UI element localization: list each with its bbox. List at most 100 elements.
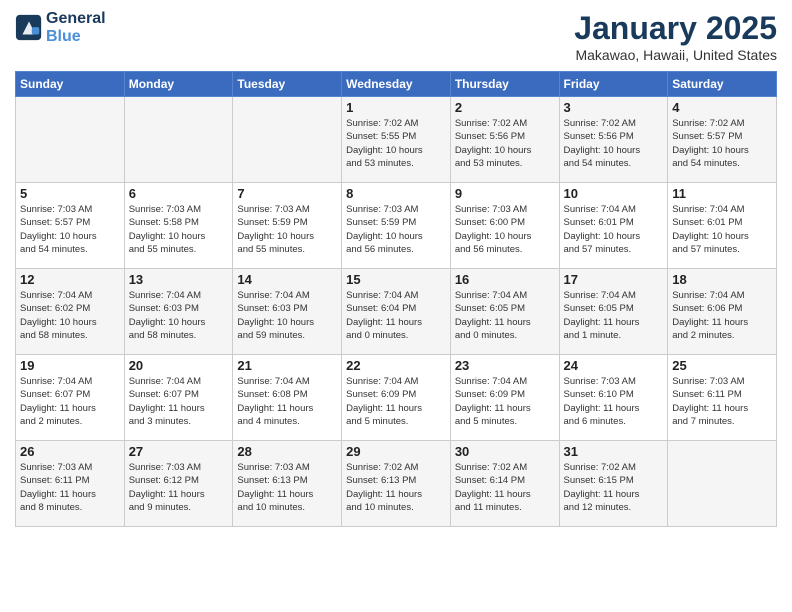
location-subtitle: Makawao, Hawaii, United States <box>574 47 777 63</box>
day-info: Sunrise: 7:04 AM Sunset: 6:09 PM Dayligh… <box>455 375 555 428</box>
calendar-cell <box>668 441 777 527</box>
day-info: Sunrise: 7:04 AM Sunset: 6:01 PM Dayligh… <box>672 203 772 256</box>
day-info: Sunrise: 7:02 AM Sunset: 6:14 PM Dayligh… <box>455 461 555 514</box>
calendar-cell: 23 Sunrise: 7:04 AM Sunset: 6:09 PM Dayli… <box>450 355 559 441</box>
day-info: Sunrise: 7:04 AM Sunset: 6:07 PM Dayligh… <box>20 375 120 428</box>
week-row-2: 5 Sunrise: 7:03 AM Sunset: 5:57 PM Daylig… <box>16 183 777 269</box>
day-number: 8 <box>346 186 446 201</box>
day-info: Sunrise: 7:04 AM Sunset: 6:01 PM Dayligh… <box>564 203 664 256</box>
week-row-1: 1Sunrise: 7:02 AM Sunset: 5:55 PM Daylig… <box>16 97 777 183</box>
weekday-header-saturday: Saturday <box>668 72 777 97</box>
day-number: 7 <box>237 186 337 201</box>
day-info: Sunrise: 7:04 AM Sunset: 6:02 PM Dayligh… <box>20 289 120 342</box>
calendar-cell: 26 Sunrise: 7:03 AM Sunset: 6:11 PM Dayli… <box>16 441 125 527</box>
calendar-cell: 15 Sunrise: 7:04 AM Sunset: 6:04 PM Dayli… <box>342 269 451 355</box>
day-number: 5 <box>20 186 120 201</box>
week-row-3: 12 Sunrise: 7:04 AM Sunset: 6:02 PM Dayli… <box>16 269 777 355</box>
day-number: 10 <box>564 186 664 201</box>
calendar-cell: 30 Sunrise: 7:02 AM Sunset: 6:14 PM Dayli… <box>450 441 559 527</box>
calendar-cell: 12 Sunrise: 7:04 AM Sunset: 6:02 PM Dayli… <box>16 269 125 355</box>
day-info: Sunrise: 7:03 AM Sunset: 5:58 PM Dayligh… <box>129 203 229 256</box>
calendar-cell: 5 Sunrise: 7:03 AM Sunset: 5:57 PM Daylig… <box>16 183 125 269</box>
day-number: 3 <box>564 100 664 115</box>
day-number: 15 <box>346 272 446 287</box>
day-info: Sunrise: 7:02 AM Sunset: 5:56 PM Dayligh… <box>455 117 555 170</box>
calendar-cell: 3 Sunrise: 7:02 AM Sunset: 5:56 PM Daylig… <box>559 97 668 183</box>
day-info: Sunrise: 7:03 AM Sunset: 5:59 PM Dayligh… <box>237 203 337 256</box>
calendar-cell: 13 Sunrise: 7:04 AM Sunset: 6:03 PM Dayli… <box>124 269 233 355</box>
calendar-cell: 2Sunrise: 7:02 AM Sunset: 5:56 PM Daylig… <box>450 97 559 183</box>
calendar-cell <box>233 97 342 183</box>
calendar-cell: 11 Sunrise: 7:04 AM Sunset: 6:01 PM Dayli… <box>668 183 777 269</box>
day-info: Sunrise: 7:02 AM Sunset: 5:57 PM Dayligh… <box>672 117 772 170</box>
day-number: 11 <box>672 186 772 201</box>
day-info: Sunrise: 7:04 AM Sunset: 6:05 PM Dayligh… <box>455 289 555 342</box>
calendar-container: General Blue January 2025 Makawao, Hawai… <box>0 0 792 537</box>
day-number: 26 <box>20 444 120 459</box>
weekday-header-wednesday: Wednesday <box>342 72 451 97</box>
day-info: Sunrise: 7:03 AM Sunset: 5:59 PM Dayligh… <box>346 203 446 256</box>
calendar-cell: 14 Sunrise: 7:04 AM Sunset: 6:03 PM Dayli… <box>233 269 342 355</box>
day-number: 29 <box>346 444 446 459</box>
day-info: Sunrise: 7:04 AM Sunset: 6:03 PM Dayligh… <box>237 289 337 342</box>
calendar-cell: 22Sunrise: 7:04 AM Sunset: 6:09 PM Dayli… <box>342 355 451 441</box>
calendar-cell <box>16 97 125 183</box>
day-number: 25 <box>672 358 772 373</box>
calendar-cell: 20Sunrise: 7:04 AM Sunset: 6:07 PM Dayli… <box>124 355 233 441</box>
day-info: Sunrise: 7:02 AM Sunset: 6:13 PM Dayligh… <box>346 461 446 514</box>
week-row-5: 26 Sunrise: 7:03 AM Sunset: 6:11 PM Dayli… <box>16 441 777 527</box>
logo-text-line2: Blue <box>46 28 106 46</box>
day-info: Sunrise: 7:02 AM Sunset: 5:56 PM Dayligh… <box>564 117 664 170</box>
day-number: 20 <box>129 358 229 373</box>
calendar-cell <box>124 97 233 183</box>
calendar-cell: 10 Sunrise: 7:04 AM Sunset: 6:01 PM Dayli… <box>559 183 668 269</box>
day-number: 30 <box>455 444 555 459</box>
day-info: Sunrise: 7:04 AM Sunset: 6:05 PM Dayligh… <box>564 289 664 342</box>
day-info: Sunrise: 7:04 AM Sunset: 6:03 PM Dayligh… <box>129 289 229 342</box>
day-number: 22 <box>346 358 446 373</box>
day-number: 6 <box>129 186 229 201</box>
calendar-cell: 1Sunrise: 7:02 AM Sunset: 5:55 PM Daylig… <box>342 97 451 183</box>
calendar-cell: 6 Sunrise: 7:03 AM Sunset: 5:58 PM Daylig… <box>124 183 233 269</box>
day-info: Sunrise: 7:02 AM Sunset: 6:15 PM Dayligh… <box>564 461 664 514</box>
day-number: 9 <box>455 186 555 201</box>
day-number: 28 <box>237 444 337 459</box>
calendar-cell: 28 Sunrise: 7:03 AM Sunset: 6:13 PM Dayli… <box>233 441 342 527</box>
day-info: Sunrise: 7:03 AM Sunset: 6:00 PM Dayligh… <box>455 203 555 256</box>
day-info: Sunrise: 7:03 AM Sunset: 6:10 PM Dayligh… <box>564 375 664 428</box>
day-number: 12 <box>20 272 120 287</box>
calendar-cell: 16Sunrise: 7:04 AM Sunset: 6:05 PM Dayli… <box>450 269 559 355</box>
calendar-cell: 24Sunrise: 7:03 AM Sunset: 6:10 PM Dayli… <box>559 355 668 441</box>
calendar-cell: 21Sunrise: 7:04 AM Sunset: 6:08 PM Dayli… <box>233 355 342 441</box>
day-number: 21 <box>237 358 337 373</box>
calendar-cell: 27 Sunrise: 7:03 AM Sunset: 6:12 PM Dayli… <box>124 441 233 527</box>
weekday-header-row: SundayMondayTuesdayWednesdayThursdayFrid… <box>16 72 777 97</box>
weekday-header-tuesday: Tuesday <box>233 72 342 97</box>
day-number: 13 <box>129 272 229 287</box>
logo-text-line1: General <box>46 10 106 28</box>
day-info: Sunrise: 7:03 AM Sunset: 6:11 PM Dayligh… <box>672 375 772 428</box>
day-number: 17 <box>564 272 664 287</box>
calendar-cell: 31Sunrise: 7:02 AM Sunset: 6:15 PM Dayli… <box>559 441 668 527</box>
day-info: Sunrise: 7:03 AM Sunset: 6:11 PM Dayligh… <box>20 461 120 514</box>
calendar-cell: 8 Sunrise: 7:03 AM Sunset: 5:59 PM Daylig… <box>342 183 451 269</box>
logo: General Blue <box>15 10 106 45</box>
calendar-cell: 17 Sunrise: 7:04 AM Sunset: 6:05 PM Dayli… <box>559 269 668 355</box>
day-info: Sunrise: 7:03 AM Sunset: 5:57 PM Dayligh… <box>20 203 120 256</box>
weekday-header-friday: Friday <box>559 72 668 97</box>
day-info: Sunrise: 7:03 AM Sunset: 6:12 PM Dayligh… <box>129 461 229 514</box>
day-number: 27 <box>129 444 229 459</box>
calendar-cell: 25 Sunrise: 7:03 AM Sunset: 6:11 PM Dayli… <box>668 355 777 441</box>
calendar-table: SundayMondayTuesdayWednesdayThursdayFrid… <box>15 71 777 527</box>
week-row-4: 19Sunrise: 7:04 AM Sunset: 6:07 PM Dayli… <box>16 355 777 441</box>
day-number: 4 <box>672 100 772 115</box>
day-number: 14 <box>237 272 337 287</box>
day-number: 23 <box>455 358 555 373</box>
calendar-cell: 7 Sunrise: 7:03 AM Sunset: 5:59 PM Daylig… <box>233 183 342 269</box>
day-info: Sunrise: 7:04 AM Sunset: 6:04 PM Dayligh… <box>346 289 446 342</box>
title-block: January 2025 Makawao, Hawaii, United Sta… <box>574 10 777 63</box>
weekday-header-sunday: Sunday <box>16 72 125 97</box>
calendar-cell: 4 Sunrise: 7:02 AM Sunset: 5:57 PM Daylig… <box>668 97 777 183</box>
calendar-cell: 29 Sunrise: 7:02 AM Sunset: 6:13 PM Dayli… <box>342 441 451 527</box>
day-info: Sunrise: 7:03 AM Sunset: 6:13 PM Dayligh… <box>237 461 337 514</box>
